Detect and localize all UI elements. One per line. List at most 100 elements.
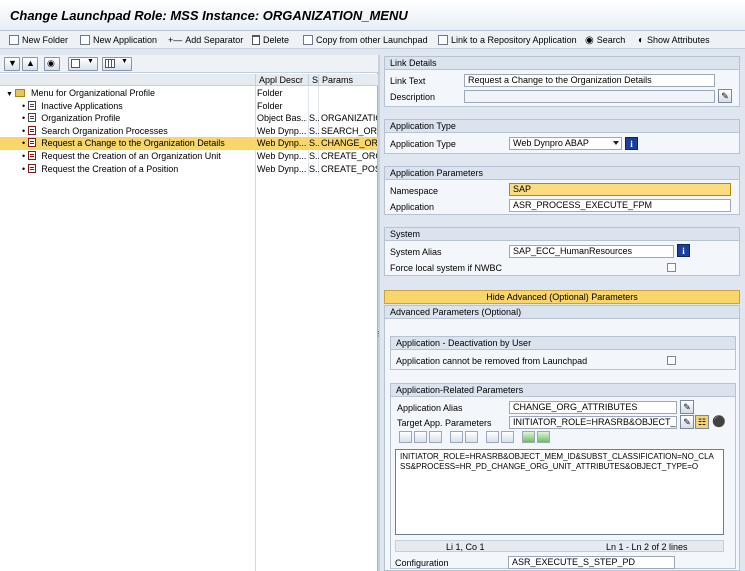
column-params[interactable]: Params [318,74,378,86]
namespace-label: Namespace [390,186,439,196]
binoculars-icon: ◉ [47,58,55,68]
tree-cell-s: S... [309,163,319,174]
description-input[interactable] [464,90,715,103]
tree-cell-descr: Object Bas... [257,113,307,124]
tree-node-label: Inactive Applications [41,100,123,111]
hide-advanced-parameters-button[interactable]: Hide Advanced (Optional) Parameters [384,290,740,304]
find-icon[interactable] [486,431,499,443]
details-pane: Link Details Link Text Request a Change … [380,55,745,571]
expand-icon: ▼ [8,58,17,68]
tree-cell-params: CHANGE_ORG [321,138,377,149]
application-alias-label: Application Alias [397,403,463,413]
cannot-remove-checkbox[interactable] [667,356,676,365]
bullet-icon: • [22,163,26,174]
new-document-icon [9,35,19,45]
application-parameters-group: Application Parameters Namespace SAP App… [384,166,740,215]
lock-icon[interactable]: ⚫ [712,415,726,428]
collapse-all-button[interactable]: ▲ [22,57,38,71]
window-title: Change Launchpad Role: MSS Instance: ORG… [10,8,408,23]
search-button[interactable]: ◉ Search [585,33,625,47]
tree-cell-descr: Web Dynp... [257,125,307,136]
tree-node-root[interactable]: ▼ Menu for Organizational Profile Folder [0,87,378,100]
layout-menu-button[interactable]: ▼ [102,57,132,71]
application-type-dropdown[interactable]: Web Dynpro ABAP [509,137,622,150]
chevron-down-icon [613,141,619,145]
show-attributes-button[interactable]: ◐ Show Attributes [638,33,710,47]
paste-icon[interactable] [429,431,442,443]
undo-icon[interactable] [450,431,463,443]
cut-icon[interactable] [399,431,412,443]
tree-cell-descr: Web Dynp... [257,138,307,149]
target-app-parameters-input[interactable]: INITIATOR_ROLE=HRASRB&OBJECT_ME... [509,416,677,429]
force-local-checkbox[interactable] [667,263,676,272]
web-application-icon [27,163,36,173]
configuration-input[interactable]: ASR_EXECUTE_S_STEP_PD [508,556,675,569]
advanced-parameters-group: Advanced Parameters (Optional) Applicati… [384,305,740,571]
edit-pencil-icon[interactable]: ✎ [680,400,694,414]
tree-cell-descr: Folder [257,88,283,98]
application-related-parameters-group: Application-Related Parameters Applicati… [390,383,736,569]
folder-open-icon [15,89,26,97]
document-icon [27,113,36,123]
column-s[interactable]: S [308,74,318,86]
link-text-input[interactable]: Request a Change to the Organization Det… [464,74,715,87]
tree-node[interactable]: • Request the Creation of an Organizatio… [0,150,378,163]
group-header: Application Type [385,120,739,133]
copy-from-other-launchpad-button[interactable]: Copy from other Launchpad [303,33,428,47]
info-icon[interactable]: i [677,244,690,257]
bullet-icon: • [22,151,26,161]
tree-node[interactable]: • Request the Creation of a Position Web… [0,163,378,176]
chevron-down-icon: ▼ [6,91,13,98]
find-button[interactable]: ◉ [44,57,60,71]
expand-all-button[interactable]: ▼ [4,57,20,71]
tree-node[interactable]: • Inactive Applications Folder [0,100,378,113]
application-type-label: Application Type [390,139,456,149]
web-application-icon [27,138,36,148]
new-application-button[interactable]: New Application [80,33,157,47]
tree-cell-descr: Web Dynp... [257,151,307,161]
multiple-selection-icon[interactable]: ☷ [695,415,709,429]
tree-node-label: Menu for Organizational Profile [30,88,156,98]
copy-icon[interactable] [414,431,427,443]
bullet-icon: • [22,125,26,136]
import-icon[interactable] [522,431,535,443]
tree-cell-descr: Web Dynp... [257,163,307,174]
edit-pencil-icon[interactable]: ✎ [680,415,694,429]
info-icon[interactable]: i [625,137,638,150]
find-next-icon[interactable] [501,431,514,443]
add-separator-icon: +— [168,35,183,45]
group-header: Link Details [385,57,739,70]
tree-node-label: Request the Creation of a Position [41,163,179,174]
group-header: Advanced Parameters (Optional) [385,306,739,319]
tree-node-label: Request a Change to the Organization Det… [41,138,225,149]
link-details-group: Link Details Link Text Request a Change … [384,56,740,107]
system-alias-input[interactable]: SAP_ECC_HumanResources [509,245,674,258]
tree-node-selected[interactable]: • Request a Change to the Organization D… [0,137,378,150]
chevron-down-icon: ▼ [87,58,94,65]
add-separator-button[interactable]: +— Add Separator [168,33,243,47]
tree-cell-params: ORGANIZATIO [321,113,377,124]
binoculars-icon: ◉ [585,34,594,46]
tree-node[interactable]: • Organization Profile Object Bas... S..… [0,112,378,125]
tree-node[interactable]: • Search Organization Processes Web Dynp… [0,125,378,138]
application-input[interactable]: ASR_PROCESS_EXECUTE_FPM [509,199,731,212]
export-icon[interactable] [537,431,550,443]
attributes-icon: ◐ [638,34,645,46]
tree-cell-s: S... [309,138,319,149]
link-to-repository-button[interactable]: Link to a Repository Application [438,33,577,47]
print-menu-button[interactable]: ▼ [68,57,98,71]
cannot-remove-label: Application cannot be removed from Launc… [396,356,588,366]
tree-cell-params: CREATE_ORG [321,151,377,161]
redo-icon[interactable] [465,431,478,443]
collapse-icon: ▲ [26,58,35,68]
edit-pencil-icon[interactable]: ✎ [718,89,732,103]
new-folder-button[interactable]: New Folder [9,33,68,47]
application-alias-input[interactable]: CHANGE_ORG_ATTRIBUTES [509,401,677,414]
trash-icon [252,35,260,45]
system-group: System System Alias SAP_ECC_HumanResourc… [384,227,740,276]
column-appl-descr[interactable]: Appl Descr [255,74,308,86]
title-bar: Change Launchpad Role: MSS Instance: ORG… [0,0,745,31]
namespace-input[interactable]: SAP [509,183,731,196]
tree-cell-params: SEARCH_ORG [321,125,377,136]
delete-button[interactable]: Delete [252,33,289,47]
